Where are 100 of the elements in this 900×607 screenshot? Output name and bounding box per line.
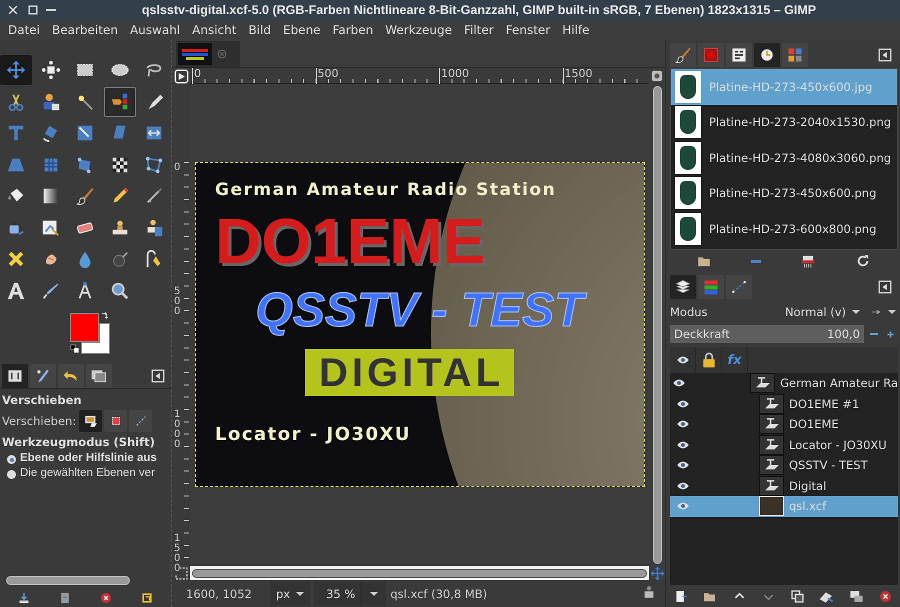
- shredder-icon: [800, 253, 816, 269]
- menu-item[interactable]: Bearbeiten: [46, 23, 124, 37]
- panel-tab[interactable]: [2, 364, 28, 388]
- radio-button[interactable]: [7, 455, 16, 464]
- layer-name: German Amateur Ra: [780, 376, 898, 390]
- minus-icon: [870, 333, 878, 335]
- panel-menu-icon: [878, 280, 892, 294]
- close-icon: [6, 3, 20, 17]
- background-color-swatch[interactable]: [80, 323, 110, 354]
- radio-label: Ebene oder Hilfslinie aus: [20, 452, 157, 464]
- image-info: qsl.xcf (30,8 MB): [390, 586, 488, 600]
- menu-item[interactable]: Ebene: [276, 23, 327, 37]
- dock-tab[interactable]: [670, 43, 696, 67]
- radio-label: Die gewählten Ebenen ver: [20, 467, 155, 479]
- layer-row[interactable]: QSSTV - TEST: [670, 455, 898, 476]
- opacity-label: Deckkraft: [674, 327, 730, 341]
- photo-placeholder: [675, 106, 701, 138]
- checker-icon: [110, 154, 130, 174]
- mode-label: Modus: [670, 305, 709, 319]
- image-tab[interactable]: [176, 41, 240, 67]
- foreground-color-swatch[interactable]: [70, 313, 98, 342]
- panel-menu-icon: [151, 368, 165, 382]
- layer-name: DO1EME: [789, 417, 839, 432]
- maximize-icon: [26, 3, 40, 17]
- panel-tab[interactable]: [58, 364, 84, 388]
- menu-item[interactable]: Filter: [458, 23, 500, 37]
- move-label: Verschieben:: [2, 414, 76, 428]
- dock-tab[interactable]: [670, 275, 696, 299]
- dock-tab[interactable]: [726, 43, 752, 67]
- transform-icon: [6, 123, 26, 143]
- menu-item[interactable]: Farben: [326, 23, 380, 37]
- layers-icon: [674, 278, 692, 296]
- image-list-item[interactable]: Platine-HD-273-600x800.png: [671, 211, 897, 246]
- duplicate-icon: [790, 588, 806, 604]
- delete-icon: [878, 588, 893, 604]
- radio-button[interactable]: [7, 470, 16, 479]
- layer-name: DO1EME #1: [789, 396, 860, 411]
- layer-row[interactable]: German Amateur Ra: [670, 373, 898, 394]
- panel-tab[interactable]: [86, 364, 112, 388]
- dock-tab[interactable]: [754, 43, 780, 67]
- menu-item[interactable]: Hilfe: [556, 23, 596, 37]
- layer-row[interactable]: Locator - JO30XU: [670, 434, 898, 455]
- tool-mode-title: Werkzeugmodus (Shift): [2, 435, 156, 449]
- image-list-item[interactable]: Platine-HD-273-450x600.png: [671, 176, 897, 211]
- effects-header: fx: [727, 352, 742, 368]
- paper-brush-icon: [40, 218, 60, 238]
- reset-icon: [140, 591, 154, 605]
- move-icon: [6, 60, 26, 80]
- layer-row[interactable]: DO1EME: [670, 414, 898, 434]
- panel-tab[interactable]: [30, 364, 56, 388]
- layer-row[interactable]: DO1EME #1: [670, 394, 898, 414]
- save-icon: [17, 591, 32, 605]
- menu-item[interactable]: Fenster: [500, 23, 556, 37]
- ruler-label: 0: [174, 162, 180, 173]
- font-icon: [730, 46, 748, 64]
- tool-options-title: Verschieben: [2, 393, 83, 407]
- quick-mask-icon: [174, 566, 188, 580]
- image-text: German Amateur Radio Station: [215, 182, 558, 199]
- navigate-icon: [650, 69, 664, 83]
- opacity-value: 100,0: [827, 327, 860, 341]
- image-list-item[interactable]: Platine-HD-273-4080x3060.png: [671, 140, 897, 176]
- magnifier-icon: [110, 280, 130, 300]
- layer-move-icon: [82, 413, 99, 429]
- horizontal-scrollbar[interactable]: [192, 568, 647, 578]
- scale-icon: [75, 123, 95, 143]
- ruler-label: 1500: [174, 532, 180, 574]
- mode-dropdown[interactable]: Normal (v): [784, 305, 860, 319]
- color-select-icon: [110, 92, 130, 112]
- brush-icon: [674, 46, 692, 64]
- menu-item[interactable]: Ansicht: [186, 23, 242, 37]
- photo-placeholder: [675, 70, 701, 103]
- menu-item[interactable]: Werkzeuge: [379, 23, 458, 37]
- menu-item[interactable]: Auswahl: [124, 23, 186, 37]
- panel-menu-icon: [878, 48, 892, 62]
- airbrush-icon: [144, 186, 164, 206]
- image-list-item[interactable]: Platine-HD-273-2040x1530.png: [671, 104, 897, 140]
- refresh-icon: [854, 253, 870, 269]
- unit-dropdown[interactable]: px: [270, 582, 310, 606]
- ruler-label: 500: [174, 286, 180, 316]
- menu-item[interactable]: Datei: [2, 23, 46, 37]
- opacity-slider[interactable]: Deckkraft 100,0: [670, 325, 864, 343]
- image-text: Locator - JO30XU: [215, 426, 412, 444]
- image-text: DIGITAL: [304, 349, 514, 396]
- pattern-icon: [702, 46, 720, 64]
- vertical-scrollbar[interactable]: [652, 86, 662, 564]
- menu-item[interactable]: Bild: [242, 23, 277, 37]
- tool-button[interactable]: [0, 55, 32, 85]
- move-mode-button[interactable]: [79, 410, 102, 432]
- scrollbar[interactable]: [6, 576, 130, 585]
- move-icon: [650, 566, 664, 580]
- photo-placeholder: [675, 212, 701, 245]
- person-icon: [40, 92, 60, 112]
- layer-name: QSSTV - TEST: [789, 458, 868, 472]
- minimize-icon: [46, 9, 56, 11]
- nodes-icon: [144, 154, 164, 174]
- photo-placeholder: [675, 177, 701, 210]
- layer-row[interactable]: Digital: [670, 476, 898, 496]
- tool-button[interactable]: [104, 86, 136, 116]
- cross-icon: [6, 249, 26, 269]
- channels-icon: [702, 278, 720, 296]
